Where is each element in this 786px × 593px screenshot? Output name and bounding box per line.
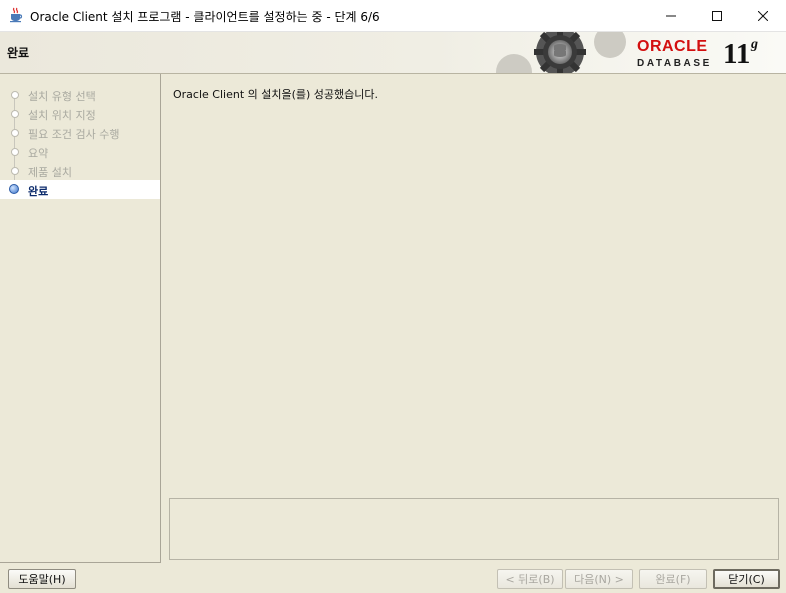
finish-button[interactable]: 완료(F) [639, 569, 707, 589]
close-window-button[interactable] [740, 0, 786, 31]
minimize-icon [666, 15, 676, 16]
step-dot-icon [11, 148, 19, 156]
close-icon [758, 10, 768, 21]
next-button[interactable]: 다음(N) > [565, 569, 633, 589]
step-dot-icon [11, 129, 19, 137]
step-select-install-type: 설치 유형 선택 [0, 85, 160, 104]
content-pane: Oracle Client 의 설치을(를) 성공했습니다. [161, 74, 786, 562]
help-button[interactable]: 도움말(H) [8, 569, 76, 589]
button-bar: 도움말(H) < 뒤로(B) 다음(N) > 완료(F) 닫기(C) [0, 563, 786, 593]
maximize-button[interactable] [694, 0, 740, 31]
step-install-product: 제품 설치 [0, 161, 160, 180]
java-cup-icon [10, 7, 23, 23]
minimize-button[interactable] [648, 0, 694, 31]
oracle-logo-text: ORACLE [637, 38, 708, 55]
version-number: 11 [723, 38, 751, 70]
status-panel [169, 498, 779, 560]
database-logo-text: DATABASE [637, 58, 712, 69]
step-dot-icon [11, 167, 19, 175]
success-message: Oracle Client 의 설치을(를) 성공했습니다. [173, 88, 379, 101]
step-dot-icon [9, 184, 19, 194]
window-title: Oracle Client 설치 프로그램 - 클라이언트를 설정하는 중 - … [30, 10, 380, 24]
title-bar: Oracle Client 설치 프로그램 - 클라이언트를 설정하는 중 - … [0, 0, 786, 32]
step-summary: 요약 [0, 142, 160, 161]
step-finish: 완료 [0, 180, 160, 199]
header-banner: 완료 ORACLE DATABASE 11 g [0, 32, 786, 74]
close-button[interactable]: 닫기(C) [713, 569, 780, 589]
step-prerequisite-checks: 필요 조건 검사 수행 [0, 123, 160, 142]
step-dot-icon [11, 110, 19, 118]
step-dot-icon [11, 91, 19, 99]
version-suffix: g [751, 37, 758, 52]
step-install-location: 설치 위치 지정 [0, 104, 160, 123]
page-title: 완료 [7, 46, 30, 60]
gears-icon [496, 32, 626, 73]
maximize-icon [712, 10, 722, 21]
back-button[interactable]: < 뒤로(B) [497, 569, 563, 589]
